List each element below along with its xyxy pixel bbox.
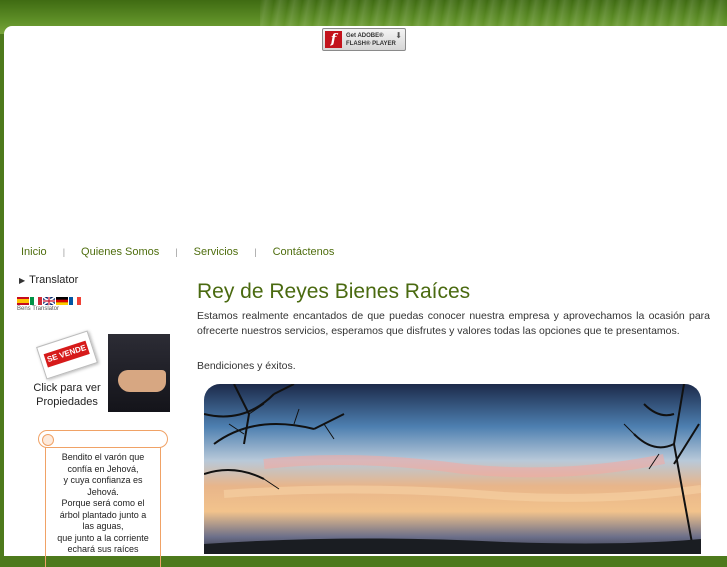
view-properties-link[interactable]: Click para ver Propiedades (28, 381, 106, 409)
download-icon: ⬇ (395, 31, 402, 40)
translator-caption: Bens Translator (17, 306, 60, 312)
nav-item-quienes-somos[interactable]: Quienes Somos (81, 246, 159, 258)
scroll-top-icon (38, 430, 168, 448)
blessing-text: Bendiciones y éxitos. (197, 360, 296, 372)
uk-flag-icon[interactable] (43, 297, 55, 305)
handshake-hand-icon (118, 370, 166, 392)
verse-scroll-box: Bendito el varón que confía en Jehová, y… (38, 430, 168, 567)
for-sale-sign: SE VENDE (36, 330, 98, 380)
intro-paragraph: Estamos realmente encantados de que pued… (197, 310, 710, 337)
page-title: Rey de Reyes Bienes Raíces (197, 280, 471, 303)
translator-flags (17, 297, 82, 305)
german-flag-icon[interactable] (56, 297, 68, 305)
flash-logo-icon: f (325, 31, 342, 48)
verse-body: Bendito el varón que confía en Jehová, y… (45, 447, 161, 567)
sunset-photo-image (204, 384, 701, 554)
spanish-flag-icon[interactable] (17, 297, 29, 305)
triangle-bullet-icon: ▶ (19, 276, 26, 285)
nav-item-inicio[interactable]: Inicio (21, 246, 47, 258)
nav-separator: | (254, 247, 257, 257)
translator-title: Translator (29, 274, 79, 286)
translator-heading: ▶ Translator (19, 274, 78, 286)
get-flash-player-button[interactable]: f Get ADOBE® FLASH® PLAYER ⬇ (322, 28, 406, 51)
nav-item-servicios[interactable]: Servicios (194, 246, 239, 258)
nav-separator: | (62, 247, 66, 257)
main-nav: Inicio | Quienes Somos | Servicios | Con… (21, 245, 334, 259)
french-flag-icon[interactable] (69, 297, 81, 305)
sign-text: SE VENDE (43, 340, 90, 368)
flash-badge-text: Get ADOBE® FLASH® PLAYER (346, 33, 396, 47)
sunset-photo (204, 384, 701, 554)
italian-flag-icon[interactable] (30, 297, 42, 305)
bible-verse: Bendito el varón que confía en Jehová, y… (57, 452, 149, 554)
properties-banner[interactable]: SE VENDE Click para ver Propiedades (28, 330, 170, 412)
nav-item-contactenos[interactable]: Contáctenos (273, 246, 335, 258)
nav-separator: | (175, 247, 178, 257)
